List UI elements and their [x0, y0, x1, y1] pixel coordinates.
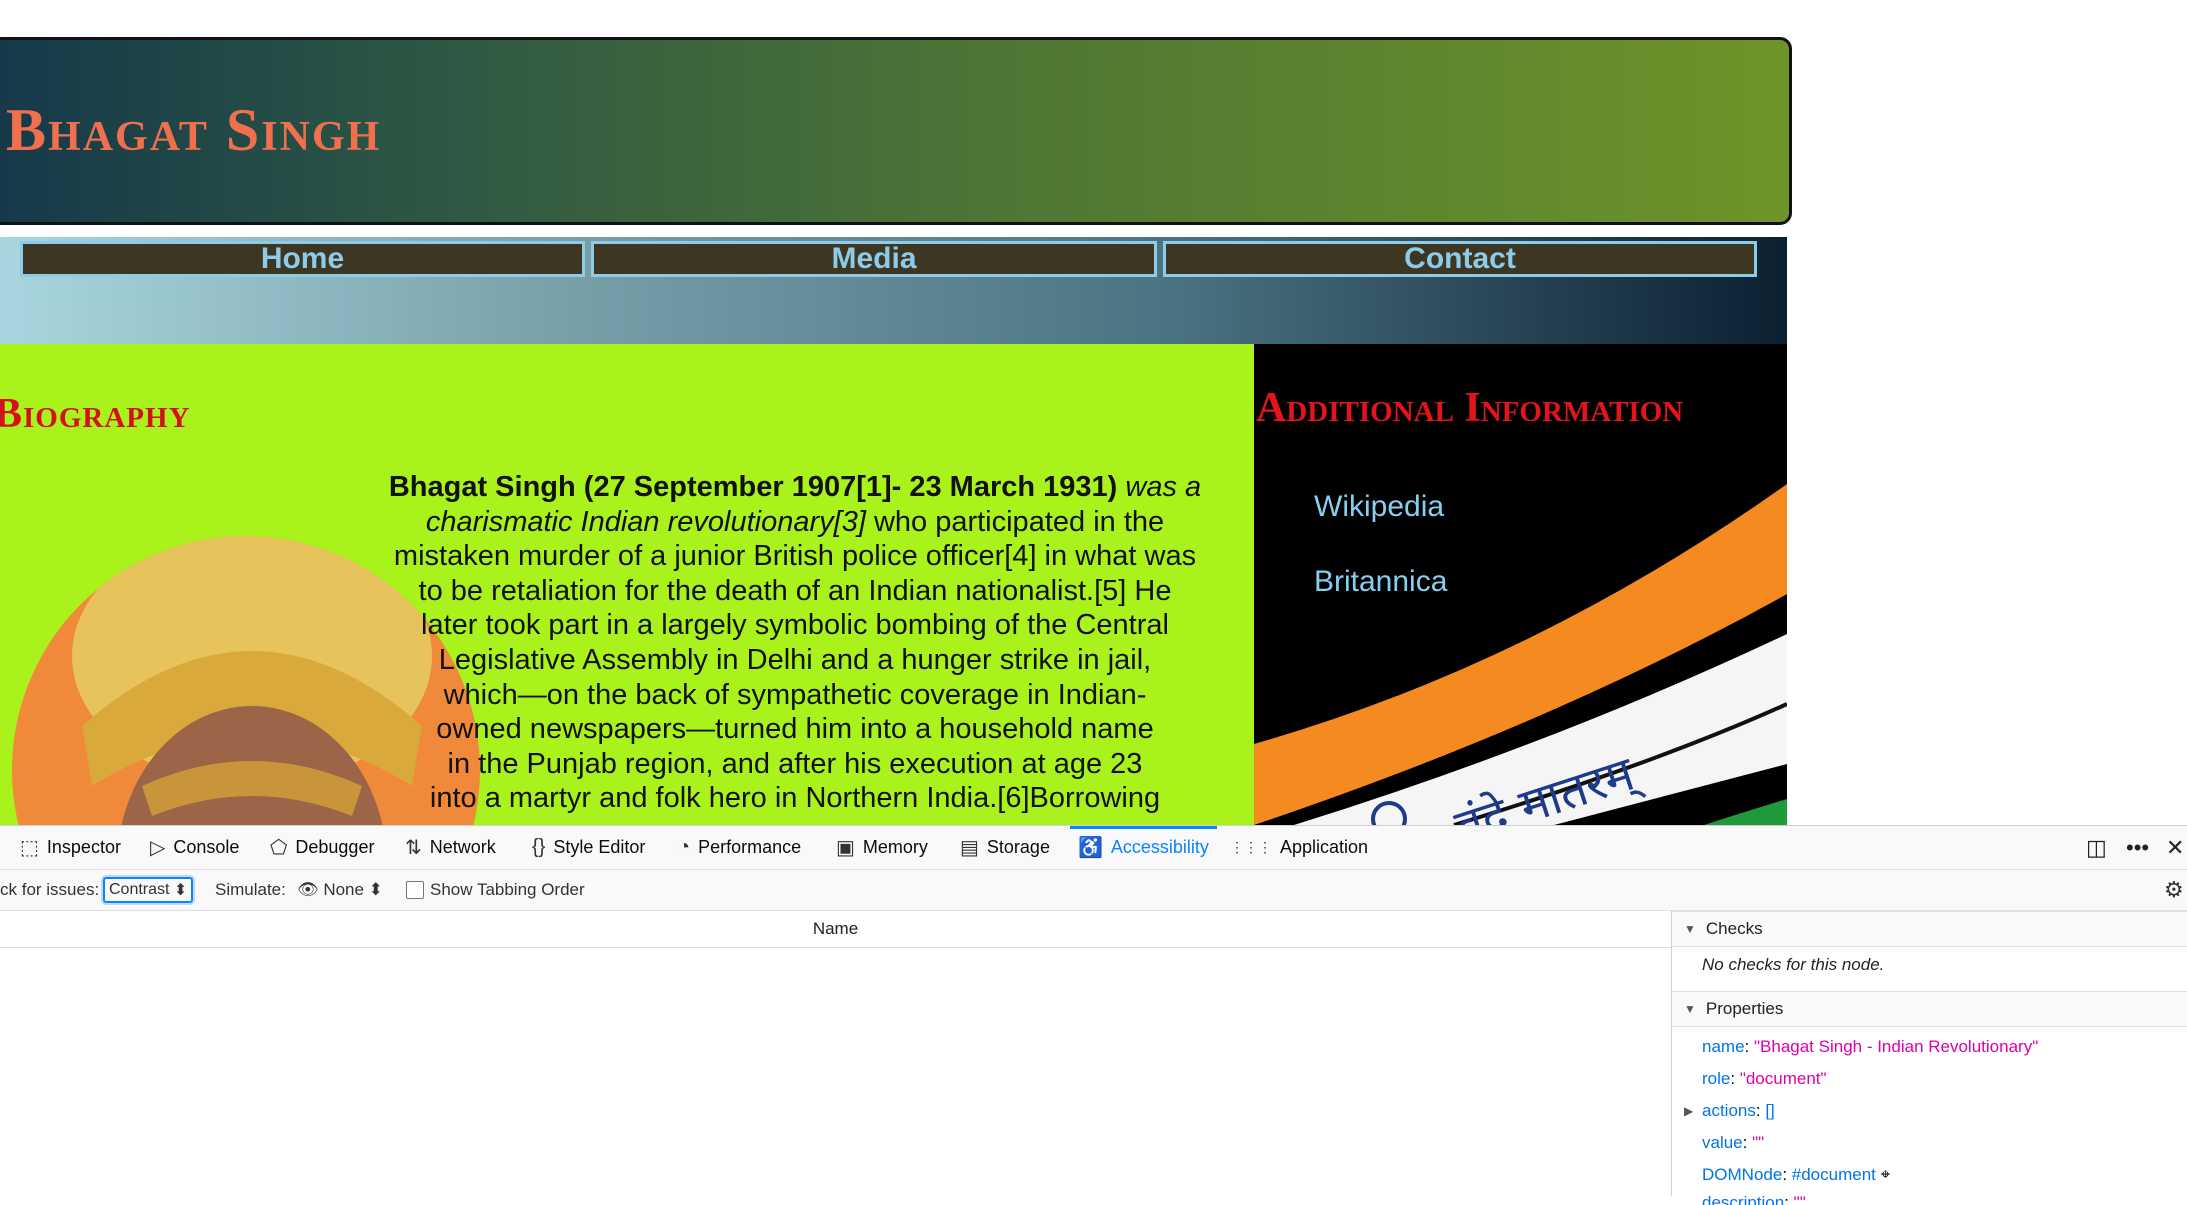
memory-icon: ▣: [836, 837, 855, 859]
dock-side-icon[interactable]: ◫: [2086, 826, 2107, 869]
network-icon: ⇅: [405, 837, 422, 859]
bio-line: Bhagat Singh (27 September 1907[1]- 23 M…: [330, 470, 1254, 505]
bio-line: later took part in a largely symbolic bo…: [330, 608, 1254, 643]
more-options-icon[interactable]: •••: [2126, 826, 2149, 869]
tab-style-editor[interactable]: {} Style Editor: [532, 826, 645, 869]
additional-info-section: वंदे मातरम् Additional Information Wikip…: [1254, 344, 1787, 825]
settings-gear-icon[interactable]: ⚙: [2164, 870, 2184, 910]
tab-accessibility[interactable]: ♿ Accessibility: [1070, 826, 1217, 869]
bio-text-segment: who participated in the: [865, 505, 1165, 538]
tab-debugger[interactable]: ⬠ Debugger: [270, 826, 374, 869]
target-node-icon[interactable]: ⌖: [1881, 1165, 1891, 1184]
devtools-panel: ⬚ Inspector ▷ Console ⬠ Debugger ⇅ Network {…: [0, 825, 2187, 1205]
eye-icon: 👁: [297, 880, 324, 899]
tab-performance[interactable]: ◔ Performance: [678, 826, 801, 869]
accessibility-icon: ♿: [1078, 837, 1103, 859]
bio-text-segment: Bhagat Singh (27 September 1907[1]- 23 M…: [388, 471, 1118, 503]
a11y-filter-bar: ck for issues: Contrast ⬍ Simulate: 👁 No…: [0, 870, 2187, 911]
bio-text-segment: which—on the back of sympathetic coverag…: [443, 678, 1147, 711]
debugger-icon: ⬠: [270, 837, 288, 859]
simulate-select[interactable]: 👁 None ⬍: [297, 870, 383, 910]
bio-text-segment: was a: [1117, 471, 1202, 503]
bio-line: to be retaliation for the death of an In…: [330, 574, 1254, 609]
tab-console[interactable]: ▷ Console: [150, 826, 239, 869]
tab-inspector[interactable]: ⬚ Inspector: [20, 826, 121, 869]
checks-empty-message: No checks for this node.: [1702, 955, 1885, 974]
expand-triangle-icon: ▼: [1684, 1002, 1696, 1016]
prop-name[interactable]: name: "Bhagat Singh - Indian Revolutiona…: [1702, 1037, 2038, 1057]
bio-text-segment: later took part in a largely symbolic bo…: [421, 609, 1169, 642]
bio-text-segment: to be retaliation for the death of an In…: [418, 574, 1172, 607]
a11y-sidebar: ▼ Checks No checks for this node. ▼ Proper…: [1672, 911, 2187, 1205]
britannica-link[interactable]: Britannica: [1314, 565, 1447, 599]
check-issues-label: ck for issues:: [0, 880, 100, 899]
webpage-viewport: Bhagat Singh Home Media Contact Biograph…: [0, 0, 2187, 825]
bio-text-segment: owned newspapers—turned him into a house…: [436, 713, 1154, 746]
bio-text-segment: charismatic Indian revolutionary[3]: [425, 505, 866, 538]
expand-triangle-icon: ▼: [1684, 922, 1696, 936]
checks-section-header[interactable]: ▼ Checks: [1672, 911, 2187, 947]
bio-line: which—on the back of sympathetic coverag…: [330, 678, 1254, 713]
devtools-toolbar: ⬚ Inspector ▷ Console ⬠ Debugger ⇅ Network {…: [0, 826, 2187, 870]
bio-text-segment: into a martyr and folk hero in Northern …: [429, 782, 1161, 815]
tab-application[interactable]: ⋮⋮⋮ Application: [1230, 826, 1368, 869]
prop-value[interactable]: value: "": [1702, 1133, 1764, 1153]
biography-heading: Biography: [0, 391, 191, 437]
bio-line: charismatic Indian revolutionary[3] who …: [330, 505, 1254, 540]
application-icon: ⋮⋮⋮: [1230, 839, 1272, 855]
prop-actions[interactable]: ▶ actions: []: [1684, 1101, 1775, 1121]
bio-line: Legislative Assembly in Delhi and a hung…: [330, 643, 1254, 678]
console-icon: ▷: [150, 837, 166, 859]
storage-icon: ▤: [960, 837, 979, 859]
bio-line: mistaken murder of a junior British poli…: [330, 539, 1254, 574]
nav-contact-button[interactable]: Contact: [1163, 241, 1757, 277]
tree-name-column: Name: [0, 911, 1671, 948]
tab-storage[interactable]: ▤ Storage: [960, 826, 1050, 869]
properties-section-header[interactable]: ▼ Properties: [1672, 991, 2187, 1027]
prop-domnode[interactable]: DOMNode: #document ⌖: [1702, 1165, 1890, 1185]
bio-line: owned newspapers—turned him into a house…: [330, 712, 1254, 747]
nav-media-button[interactable]: Media: [591, 241, 1157, 277]
bio-text-segment: in the Punjab region, and after his exec…: [447, 747, 1143, 780]
show-tabbing-order-toggle[interactable]: Show Tabbing Order: [406, 870, 585, 910]
collapse-triangle-icon[interactable]: ▶: [1684, 1104, 1693, 1118]
wikipedia-link[interactable]: Wikipedia: [1314, 490, 1444, 524]
bio-line: into a martyr and folk hero in Northern …: [330, 781, 1254, 816]
bio-text-segment: mistaken murder of a junior British poli…: [393, 540, 1197, 573]
inspector-icon: ⬚: [20, 837, 39, 859]
bio-text-segment: Legislative Assembly in Delhi and a hung…: [438, 643, 1152, 676]
additional-info-heading: Additional Information: [1256, 385, 1684, 431]
biography-section: Biography Bhagat Singh (27 September 190…: [0, 344, 1254, 825]
site-title: Bhagat Singh: [6, 97, 382, 163]
nav-bar: Home Media Contact: [0, 237, 1787, 344]
simulate-label: Simulate:: [215, 880, 286, 899]
nav-home-button[interactable]: Home: [20, 241, 585, 277]
tab-memory[interactable]: ▣ Memory: [836, 826, 928, 869]
tab-network[interactable]: ⇅ Network: [405, 826, 496, 869]
close-devtools-icon[interactable]: ✕: [2166, 826, 2184, 869]
tabbing-checkbox[interactable]: [406, 881, 424, 899]
biography-text: Bhagat Singh (27 September 1907[1]- 23 M…: [330, 470, 1254, 816]
check-issues-select[interactable]: Contrast ⬍: [103, 877, 194, 903]
style-editor-icon: {}: [532, 836, 546, 858]
prop-role[interactable]: role: "document": [1702, 1069, 1827, 1089]
accessibility-tree: Name: [0, 911, 1672, 1196]
performance-icon: ◔: [678, 836, 691, 858]
bio-line: in the Punjab region, and after his exec…: [330, 747, 1254, 782]
